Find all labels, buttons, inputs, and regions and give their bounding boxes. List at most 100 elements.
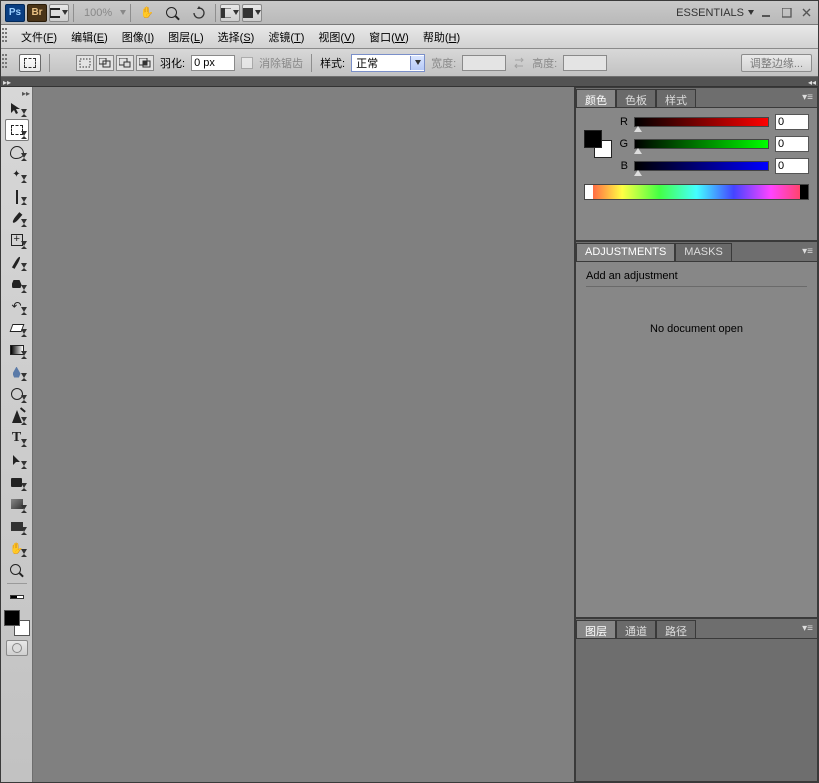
current-tool-preset[interactable] (19, 54, 41, 72)
wand-icon (12, 168, 20, 180)
sel-int-icon (139, 58, 151, 68)
brush-tool[interactable] (5, 251, 29, 273)
zoom-icon (10, 564, 24, 576)
hand-tool[interactable] (5, 537, 29, 559)
zoom-tool-shortcut[interactable] (161, 2, 185, 24)
feather-label: 羽化: (160, 55, 185, 71)
adjustments-panel: ADJUSTMENTS MASKS ▾≡ Add an adjustment N… (575, 241, 818, 618)
move-tool[interactable] (5, 97, 29, 119)
menu-view[interactable]: 视图(V) (312, 26, 361, 48)
r-value[interactable] (775, 114, 809, 130)
chevron-down-icon (410, 56, 424, 70)
zoom-level[interactable]: 100% (84, 7, 112, 19)
dodge-tool[interactable] (5, 383, 29, 405)
tab-adjustments[interactable]: ADJUSTMENTS (576, 243, 675, 261)
eraser-tool[interactable] (5, 317, 29, 339)
menu-help[interactable]: 帮助(H) (417, 26, 466, 48)
chevron-down-icon (255, 10, 261, 15)
selection-subtract[interactable] (116, 55, 134, 71)
blur-tool[interactable] (5, 361, 29, 383)
hand-tool-shortcut[interactable] (135, 2, 159, 24)
menu-select[interactable]: 选择(S) (212, 26, 261, 48)
collapse-toolbox-icon[interactable]: ▸▸ (22, 89, 30, 97)
menu-file[interactable]: 文件(F) (15, 26, 63, 48)
quick-mask-toggle[interactable] (6, 640, 28, 656)
g-value[interactable] (775, 136, 809, 152)
separator (311, 54, 312, 72)
g-slider[interactable] (634, 139, 769, 149)
selection-add[interactable] (96, 55, 114, 71)
clone-stamp-tool[interactable] (5, 273, 29, 295)
magic-wand-tool[interactable] (5, 163, 29, 185)
menu-bar: 文件(F) 编辑(E) 图像(I) 图层(L) 选择(S) 滤镜(T) 视图(V… (1, 25, 818, 49)
expand-left-icon: ▸▸ (3, 78, 11, 87)
fg-bg-color[interactable] (4, 610, 30, 636)
eyedropper-tool[interactable] (5, 207, 29, 229)
screen-mode-icon (243, 8, 253, 18)
marquee-tool[interactable] (5, 119, 29, 141)
app-bar: Ps Br 100% ESSENTIALS (1, 1, 818, 25)
tab-layers[interactable]: 图层 (576, 620, 616, 638)
arrange-documents-button[interactable] (220, 4, 240, 22)
panel-fg-bg[interactable] (584, 130, 612, 158)
selection-intersect[interactable] (136, 55, 154, 71)
screen-mode-button[interactable] (242, 4, 262, 22)
gradient-tool[interactable] (5, 339, 29, 361)
menu-edit[interactable]: 编辑(E) (65, 26, 114, 48)
tab-color[interactable]: 颜色 (576, 89, 616, 107)
slider-thumb-icon (634, 148, 642, 154)
selection-new[interactable] (76, 55, 94, 71)
b-slider[interactable] (634, 161, 769, 171)
quickmask-icon (12, 643, 22, 653)
shape-tool[interactable] (5, 471, 29, 493)
panel-menu-icon[interactable]: ▾≡ (802, 246, 813, 257)
bridge-app-icon[interactable]: Br (27, 4, 47, 22)
healing-brush-tool[interactable] (5, 229, 29, 251)
close-button[interactable] (800, 6, 814, 20)
swap-colors-bar[interactable] (5, 586, 29, 608)
chevron-down-icon[interactable] (120, 10, 126, 15)
panel-menu-icon[interactable]: ▾≡ (802, 623, 813, 634)
filmstrip-icon (50, 8, 60, 18)
b-value[interactable] (775, 158, 809, 174)
slider-thumb-icon (634, 170, 642, 176)
tab-paths[interactable]: 路径 (656, 620, 696, 638)
panel-menu-icon[interactable]: ▾≡ (802, 92, 813, 103)
grip-icon[interactable] (2, 54, 8, 72)
menu-filter[interactable]: 滤镜(T) (262, 26, 310, 48)
crop-tool[interactable] (5, 185, 29, 207)
workspace-switcher[interactable]: ESSENTIALS (676, 7, 754, 19)
history-brush-tool[interactable] (5, 295, 29, 317)
menu-window[interactable]: 窗口(W) (363, 26, 415, 48)
feather-input[interactable] (191, 55, 235, 71)
canvas-area (33, 87, 574, 782)
type-tool[interactable] (5, 427, 29, 449)
pen-tool[interactable] (5, 405, 29, 427)
tab-styles[interactable]: 样式 (656, 89, 696, 107)
foreground-color-swatch[interactable] (4, 610, 20, 626)
ps-app-icon[interactable]: Ps (5, 4, 25, 22)
r-slider[interactable] (634, 117, 769, 127)
panel-fg-swatch[interactable] (584, 130, 602, 148)
rotate-view-shortcut[interactable] (187, 2, 211, 24)
sel-sub-icon (119, 58, 131, 68)
chevron-down-icon (748, 10, 754, 15)
maximize-button[interactable] (780, 6, 794, 20)
panel-collapse-strip[interactable]: ▸▸ ◂◂ (1, 77, 818, 87)
menu-image[interactable]: 图像(I) (116, 26, 160, 48)
tab-channels[interactable]: 通道 (616, 620, 656, 638)
path-selection-tool[interactable] (5, 449, 29, 471)
color-spectrum[interactable] (584, 184, 809, 200)
toolbox: ▸▸ (1, 87, 33, 782)
tab-swatches[interactable]: 色板 (616, 89, 656, 107)
style-select[interactable]: 正常 (351, 54, 425, 72)
zoom-tool[interactable] (5, 559, 29, 581)
menu-layer[interactable]: 图层(L) (162, 26, 209, 48)
grip-icon[interactable] (2, 28, 8, 46)
tab-masks[interactable]: MASKS (675, 243, 732, 261)
view-extras-button[interactable] (49, 4, 69, 22)
minimize-button[interactable] (760, 6, 774, 20)
3d-camera-tool[interactable] (5, 515, 29, 537)
lasso-tool[interactable] (5, 141, 29, 163)
3d-tool[interactable] (5, 493, 29, 515)
